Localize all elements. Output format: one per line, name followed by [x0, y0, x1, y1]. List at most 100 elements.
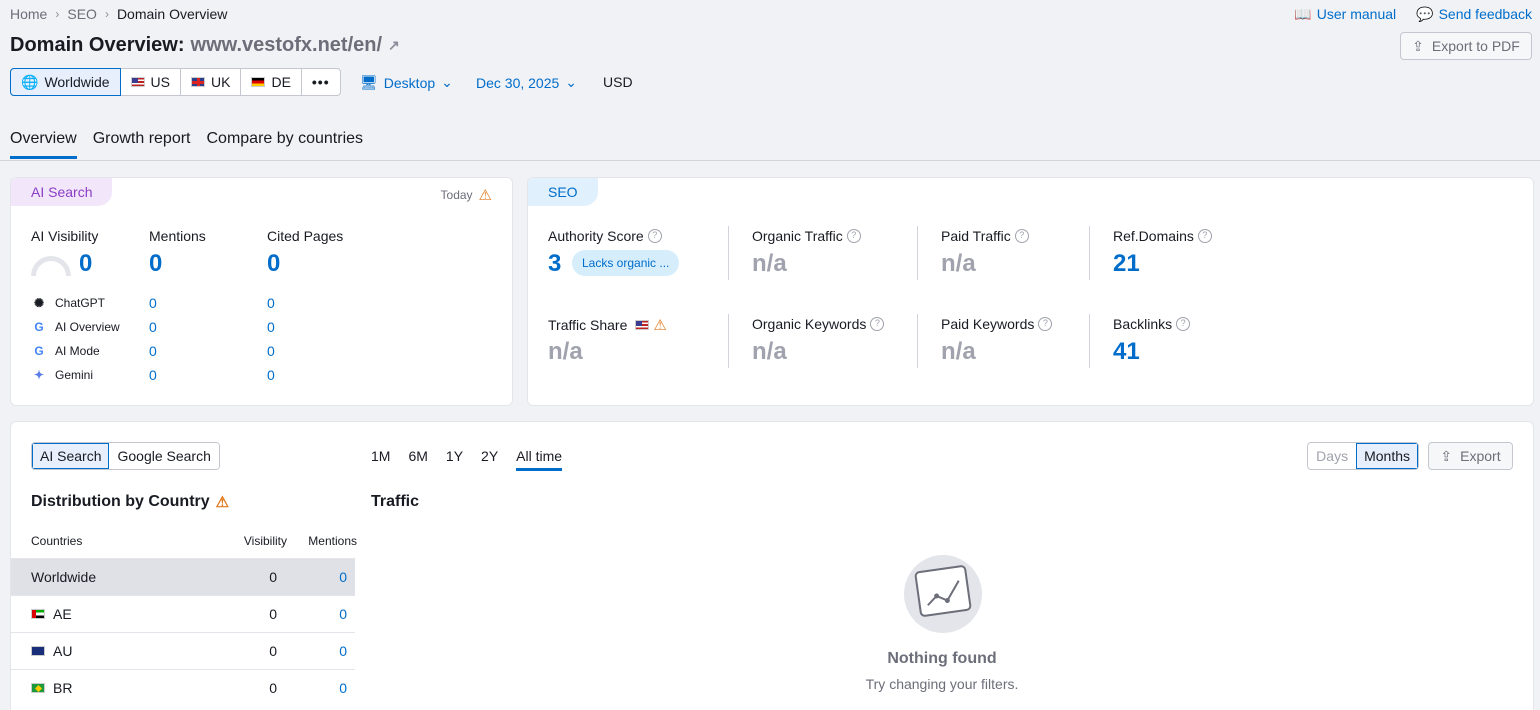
- granularity-days[interactable]: Days: [1308, 443, 1357, 469]
- period-1y[interactable]: 1Y: [446, 448, 463, 471]
- chatgpt-cited[interactable]: 0: [267, 295, 275, 311]
- country-cell: BR: [31, 680, 72, 696]
- device-dropdown[interactable]: 🖥 Desktop ⌄: [360, 74, 453, 91]
- domain-link[interactable]: www.vestofx.net/en/: [191, 34, 383, 57]
- table-row[interactable]: AE 0 0: [11, 595, 355, 632]
- top-links: 📖 User manual 💬 Send feedback: [1294, 6, 1532, 23]
- divider: [917, 226, 918, 280]
- warning-icon[interactable]: ⚠: [479, 186, 492, 204]
- mentions-value[interactable]: 0: [339, 569, 347, 585]
- breadcrumb: Home › SEO › Domain Overview: [10, 6, 227, 22]
- chevron-down-icon: ⌄: [441, 74, 453, 90]
- ref-domains-label: Ref.Domains ?: [1113, 228, 1212, 244]
- divider: [1089, 226, 1090, 280]
- au-flag-icon: [31, 646, 45, 656]
- table-row[interactable]: BR 0 0: [11, 669, 355, 706]
- chatgpt-mentions[interactable]: 0: [149, 295, 157, 311]
- info-icon[interactable]: ?: [1176, 317, 1191, 331]
- period-selector: 1M 6M 1Y 2Y All time: [371, 448, 563, 471]
- uk-flag-icon: [191, 77, 205, 87]
- ai-row-ai-mode: G AI Mode: [31, 343, 100, 359]
- divider: [728, 226, 729, 280]
- region-label: UK: [211, 74, 231, 90]
- date-dropdown[interactable]: Dec 30, 2025 ⌄: [476, 74, 577, 91]
- mentions-value[interactable]: 0: [339, 643, 347, 659]
- mentions-value[interactable]: 0: [339, 606, 347, 622]
- region-us[interactable]: US: [121, 69, 181, 95]
- send-feedback-label: Send feedback: [1438, 6, 1532, 22]
- ai-overview-cited[interactable]: 0: [267, 319, 275, 335]
- mentions-value[interactable]: 0: [149, 250, 162, 278]
- tab-growth-report[interactable]: Growth report: [93, 130, 191, 159]
- gemini-cited[interactable]: 0: [267, 367, 275, 383]
- user-manual-link[interactable]: 📖 User manual: [1294, 6, 1396, 23]
- chevron-right-icon: ›: [55, 7, 60, 21]
- visibility-value: 0: [269, 606, 277, 622]
- breadcrumb-seo[interactable]: SEO: [67, 6, 97, 22]
- info-icon[interactable]: ?: [647, 229, 662, 243]
- seo-card: SEO Authority Score ? 3 Lacks organic ..…: [527, 177, 1534, 406]
- warning-icon[interactable]: ⚠: [653, 316, 666, 334]
- de-flag-icon: [251, 77, 266, 87]
- traffic-share-text: Traffic Share: [548, 317, 628, 333]
- tab-overview[interactable]: Overview: [10, 130, 77, 159]
- tab-compare-countries[interactable]: Compare by countries: [207, 130, 364, 159]
- region-worldwide[interactable]: 🌐 Worldwide: [10, 68, 121, 96]
- authority-score-label: Authority Score ?: [548, 228, 662, 244]
- paid-traffic-text: Paid Traffic: [941, 228, 1011, 244]
- ai-search-card: AI Search Today ⚠ AI Visibility 0 Mentio…: [10, 177, 513, 406]
- divider: [917, 314, 918, 368]
- table-row[interactable]: AU 0 0: [11, 632, 355, 669]
- comment-icon: 💬: [1416, 6, 1434, 22]
- col-visibility[interactable]: Visibility: [244, 534, 287, 548]
- paid-keywords-text: Paid Keywords: [941, 316, 1035, 332]
- period-all-time[interactable]: All time: [516, 448, 563, 471]
- country-cell: AE: [31, 606, 72, 622]
- source-google-search[interactable]: Google Search: [109, 443, 219, 469]
- ai-overview-mentions[interactable]: 0: [149, 319, 157, 335]
- breadcrumb-home[interactable]: Home: [10, 6, 47, 22]
- ai-mode-cited[interactable]: 0: [267, 343, 275, 359]
- ai-mode-mentions[interactable]: 0: [149, 343, 157, 359]
- seo-badge: SEO: [528, 178, 598, 206]
- region-de[interactable]: DE: [241, 69, 302, 95]
- country-name: AU: [53, 643, 73, 659]
- empty-title: Nothing found: [887, 650, 997, 667]
- device-label: Desktop: [383, 74, 436, 91]
- external-link-icon[interactable]: ↗: [388, 37, 400, 54]
- export-pdf-button[interactable]: ⇪ Export to PDF: [1400, 32, 1532, 60]
- more-regions-button[interactable]: •••: [302, 69, 340, 95]
- export-button[interactable]: ⇪ Export: [1428, 442, 1513, 470]
- info-icon[interactable]: ?: [1197, 229, 1212, 243]
- info-icon[interactable]: ?: [846, 229, 861, 243]
- source-ai-search[interactable]: AI Search: [32, 443, 110, 469]
- cited-pages-label: Cited Pages: [267, 228, 344, 244]
- globe-icon: 🌐: [21, 73, 39, 90]
- period-6m[interactable]: 6M: [408, 448, 427, 471]
- info-icon[interactable]: ?: [870, 317, 885, 331]
- visibility-gauge: [31, 256, 71, 276]
- gemini-mentions[interactable]: 0: [149, 367, 157, 383]
- col-countries[interactable]: Countries: [31, 534, 82, 548]
- lacks-organic-tag[interactable]: Lacks organic ...: [572, 250, 680, 276]
- col-mentions[interactable]: Mentions: [308, 534, 357, 548]
- granularity-months[interactable]: Months: [1356, 443, 1418, 469]
- info-icon[interactable]: ?: [1014, 229, 1029, 243]
- period-2y[interactable]: 2Y: [481, 448, 498, 471]
- source-toggle: AI Search Google Search: [31, 442, 220, 470]
- authority-score-value[interactable]: 3: [548, 250, 561, 278]
- country-name: AE: [53, 606, 72, 622]
- send-feedback-link[interactable]: 💬 Send feedback: [1416, 6, 1532, 23]
- cited-pages-value[interactable]: 0: [267, 250, 280, 278]
- region-uk[interactable]: UK: [181, 69, 242, 95]
- table-row[interactable]: Worldwide 0 0: [11, 558, 355, 595]
- info-icon[interactable]: ?: [1038, 317, 1053, 331]
- backlinks-label: Backlinks ?: [1113, 316, 1191, 332]
- period-1m[interactable]: 1M: [371, 448, 390, 471]
- ref-domains-value[interactable]: 21: [1113, 250, 1140, 278]
- backlinks-value[interactable]: 41: [1113, 338, 1140, 366]
- mentions-value[interactable]: 0: [339, 680, 347, 696]
- ai-visibility-value: 0: [79, 250, 93, 277]
- warning-icon[interactable]: ⚠: [216, 493, 229, 511]
- ai-row-name: AI Mode: [55, 344, 100, 358]
